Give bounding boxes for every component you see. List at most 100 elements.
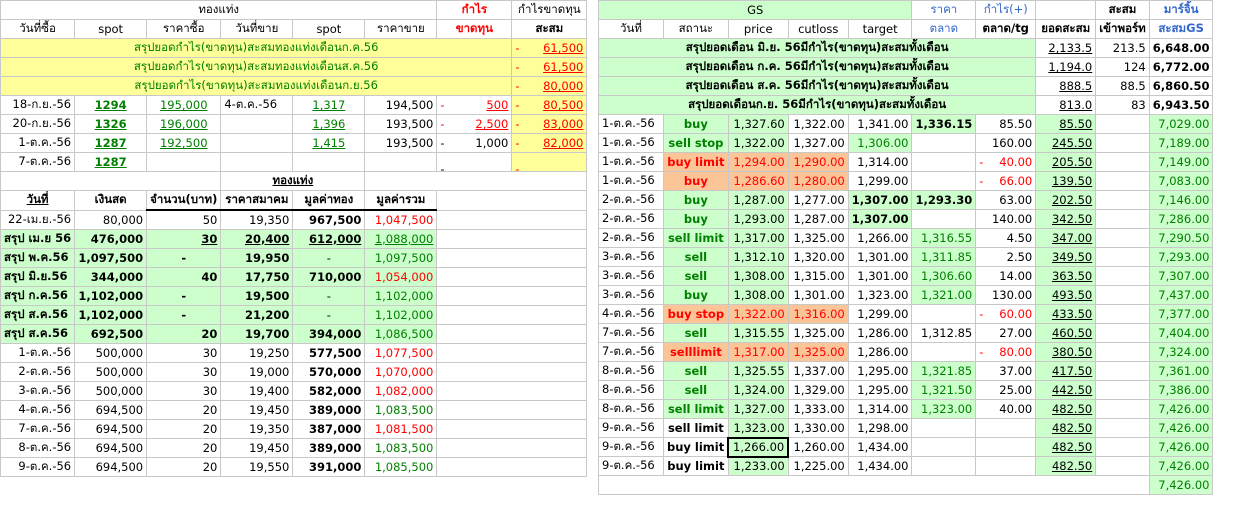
trade-cutloss[interactable]: 1,315.00 [787,266,849,286]
cash[interactable]: 692,500 [74,323,148,344]
column-header[interactable]: ราคาซื้อ [146,19,222,39]
trade-price[interactable]: 1,327.00 [727,399,789,419]
trade-cutloss[interactable]: 1,322.00 [787,114,849,134]
header-gold-bar-2[interactable]: ทองแท่ง [220,171,366,191]
cumulative-total[interactable]: 442.50 [1035,380,1097,400]
association-price[interactable]: 19,450 [220,399,294,420]
trade-date[interactable]: 8-ต.ค.-56 [598,399,664,419]
cumulative-gs[interactable]: 7,386.00 [1148,380,1214,400]
trade-status[interactable]: sell limit [663,228,729,248]
trade-cutloss[interactable]: 1,287.00 [787,209,849,229]
buy-spot[interactable]: 1287 [74,133,148,153]
quantity[interactable]: - [146,285,222,306]
total-value[interactable]: 1,083,500 [364,437,438,458]
trade-date[interactable]: 1-ต.ค.-56 [598,114,664,134]
trade-date[interactable]: 3-ต.ค.-56 [598,285,664,305]
monthly-cumulative[interactable]: 2,133.5 [1035,38,1097,58]
trade-date[interactable]: 9-ต.ค.-56 [598,456,664,476]
blank[interactable] [436,266,588,287]
blank[interactable] [364,171,588,191]
column-header[interactable]: cutloss [787,19,849,39]
cumulative-gs[interactable]: 6,860.50 [1148,76,1214,96]
market-target[interactable]: 40.00 [975,399,1037,419]
blank[interactable] [436,304,588,325]
total-value[interactable]: 1,086,500 [364,323,438,344]
holding-date[interactable]: สรุป ก.ค.56 [0,285,76,306]
association-price[interactable]: 19,550 [220,456,294,477]
trade-status[interactable]: sell limit [663,418,729,438]
cumulative-gs[interactable]: 7,307.00 [1148,266,1214,286]
column-header[interactable]: ตลาด [911,19,977,39]
holding-date[interactable]: 3-ต.ค.-56 [0,380,76,401]
blank[interactable] [436,228,588,249]
market-target[interactable]: 85.50 [975,114,1037,134]
monthly-summary-value[interactable]: 80,000 [511,76,588,96]
market-target[interactable]: 4.50 [975,228,1037,248]
market-price[interactable]: 1,306.60 [911,266,977,286]
trade-price[interactable]: 1,325.55 [727,361,789,381]
market-price[interactable]: 1,323.00 [911,399,977,419]
market-price[interactable] [911,342,977,362]
cumulative-total[interactable]: 202.50 [1035,190,1097,210]
trade-price[interactable]: 1,294.00 [727,152,789,172]
cumulative-total[interactable]: 482.50 [1035,399,1097,419]
port-value[interactable]: 88.5 [1095,76,1150,96]
cumulative-gs[interactable]: 7,437.00 [1148,285,1214,305]
buy-price[interactable] [146,152,222,172]
holding-date[interactable]: สรุป พ.ค.56 [0,247,76,268]
cumulative-gs[interactable]: 7,029.00 [1148,114,1214,134]
gold-value[interactable]: 582,000 [292,380,366,401]
header-profit-plus[interactable]: กำไร(+) [975,0,1037,20]
total-value[interactable]: 1,081,500 [364,418,438,439]
gold-value[interactable]: 391,000 [292,456,366,477]
trade-target[interactable]: 1,314.00 [847,152,913,172]
cash[interactable]: 80,000 [74,209,148,230]
cumulative-total[interactable]: 460.50 [1035,323,1097,343]
market-target[interactable] [975,437,1037,457]
monthly-summary-label[interactable]: สรุปยอดกำไร(ขาดทุน)สะสมทองแท่งเดือนส.ค.5… [0,57,513,77]
column-header[interactable]: สะสมGS [1148,19,1214,39]
trade-status[interactable]: sell [663,247,729,267]
port-value[interactable] [1095,399,1150,419]
gold-value[interactable]: 389,000 [292,437,366,458]
column-header[interactable]: spot [74,19,148,39]
gold-value[interactable]: 577,500 [292,342,366,363]
cumulative-gs[interactable]: 7,149.00 [1148,152,1214,172]
trade-cutloss[interactable]: 1,325.00 [787,323,849,343]
trade-status[interactable]: buy [663,171,729,191]
column-header[interactable]: สะสม [511,19,588,39]
quantity[interactable]: 50 [146,209,222,230]
blank[interactable] [436,437,588,458]
port-value[interactable] [1095,323,1150,343]
trade-date[interactable]: 2-ต.ค.-56 [598,228,664,248]
header-market-price[interactable]: ราคา [911,0,977,20]
sell-spot[interactable]: 1,396 [292,114,366,134]
association-price[interactable]: 19,350 [220,418,294,439]
cumulative-total[interactable]: 363.50 [1035,266,1097,286]
trade-date[interactable]: 2-ต.ค.-56 [598,209,664,229]
market-target[interactable]: 2.50 [975,247,1037,267]
holding-date[interactable]: 8-ต.ค.-56 [0,437,76,458]
market-target[interactable]: 37.00 [975,361,1037,381]
trade-price[interactable]: 1,327.60 [727,114,789,134]
cumulative-total[interactable]: 433.50 [1035,304,1097,324]
trade-target[interactable]: 1,341.00 [847,114,913,134]
cumulative-gs[interactable]: 7,146.00 [1148,190,1214,210]
trade-target[interactable]: 1,301.00 [847,247,913,267]
cumulative[interactable]: 80,500 [511,95,588,115]
cumulative-gs[interactable]: 7,083.00 [1148,171,1214,191]
trade-date[interactable]: 4-ต.ค.-56 [598,304,664,324]
cumulative-total[interactable]: 417.50 [1035,361,1097,381]
sell-price[interactable] [364,152,438,172]
monthly-summary-value[interactable]: 61,500 [511,38,588,58]
column-header[interactable]: มูลค่าทอง [292,190,366,211]
sell-date[interactable] [220,133,294,153]
column-header[interactable]: สถานะ [663,19,729,39]
trade-cutloss[interactable]: 1,337.00 [787,361,849,381]
port-value[interactable] [1095,171,1150,191]
gold-value[interactable]: 570,000 [292,361,366,382]
market-price[interactable] [911,152,977,172]
cumulative-gs[interactable]: 7,426.00 [1148,437,1214,457]
sell-date[interactable] [220,152,294,172]
total-value[interactable]: 1,047,500 [364,209,438,230]
